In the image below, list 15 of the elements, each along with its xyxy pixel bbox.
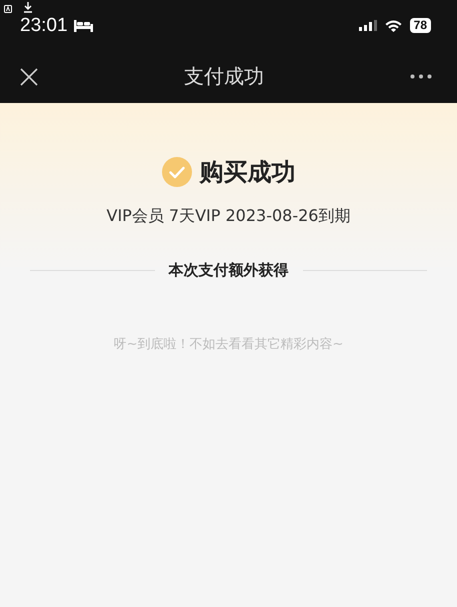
page-title: 支付成功 bbox=[184, 63, 264, 90]
bed-icon bbox=[74, 20, 93, 32]
close-icon[interactable] bbox=[20, 68, 38, 86]
success-title: 购买成功 bbox=[200, 157, 296, 188]
download-icon bbox=[24, 2, 32, 13]
status-time: 23:01 bbox=[20, 15, 68, 37]
battery-level: 78 bbox=[410, 18, 431, 33]
section-title: 本次支付额外获得 bbox=[168, 261, 288, 280]
vip-detail: VIP会员 7天VIP 2023-08-26到期 bbox=[106, 206, 350, 227]
keyboard-icon bbox=[4, 5, 12, 13]
empty-message: 呀~到底啦！不如去看看其它精彩内容~ bbox=[114, 336, 344, 353]
wifi-icon bbox=[384, 20, 402, 32]
check-icon bbox=[162, 157, 192, 187]
signal-icon bbox=[358, 20, 377, 31]
more-icon[interactable] bbox=[410, 74, 432, 79]
